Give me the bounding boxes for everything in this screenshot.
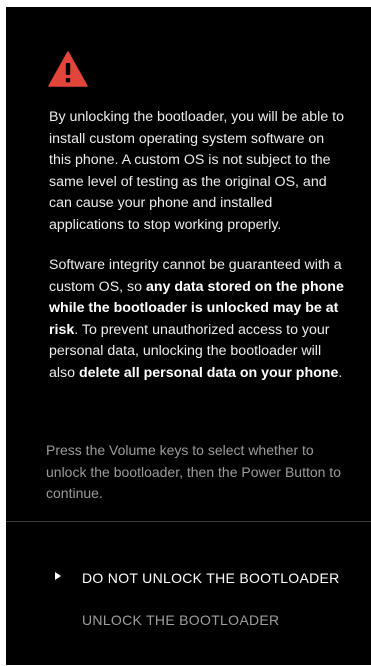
- data-risk-emphasis-2: delete all personal data on your phone: [78, 364, 339, 381]
- data-risk-text-3: .: [338, 364, 343, 381]
- unlock-warning-paragraph: By unlocking the bootloader, you will be…: [49, 109, 344, 233]
- option-do-not-unlock[interactable]: DO NOT UNLOCK THE BOOTLOADER: [82, 570, 340, 586]
- bootloader-unlock-screen: By unlocking the bootloader, you will be…: [6, 7, 371, 665]
- warning-triangle-icon: [48, 51, 88, 87]
- option-unlock[interactable]: UNLOCK THE BOOTLOADER: [82, 612, 279, 628]
- divider: [6, 521, 371, 522]
- selection-arrow-icon: [55, 572, 61, 580]
- volume-keys-instructions: Press the Volume keys to select whether …: [46, 442, 341, 502]
- data-risk-paragraph: Software integrity cannot be guaranteed …: [49, 255, 349, 385]
